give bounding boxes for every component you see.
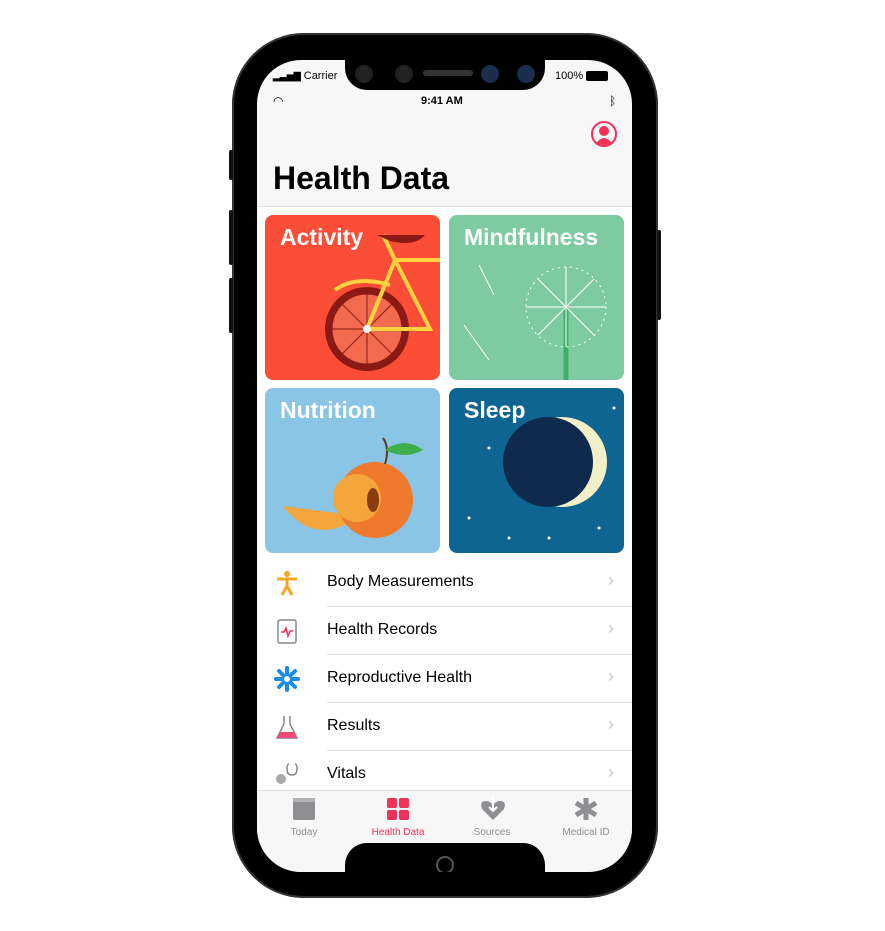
chevron-right-icon: › — [608, 618, 614, 638]
battery-icon — [586, 71, 609, 82]
tab-today[interactable]: Today — [257, 791, 351, 843]
carrier-label: ▂▃▅▇ Carrier — [273, 70, 338, 82]
figure-icon — [277, 571, 297, 596]
tile-label: Activity — [280, 224, 364, 250]
heart-download-icon — [481, 797, 505, 820]
power-button — [657, 230, 661, 320]
tile-label: Sleep — [464, 397, 526, 423]
tile-sleep[interactable]: Sleep — [449, 388, 624, 553]
tab-health-data[interactable]: Health Data — [351, 791, 445, 843]
calendar-icon — [293, 798, 315, 820]
chevron-right-icon: › — [608, 570, 614, 590]
tile-nutrition[interactable]: Nutrition — [265, 388, 440, 553]
volume-down-button — [229, 278, 233, 333]
tile-label: Nutrition — [280, 397, 376, 423]
battery-label: 100% — [555, 70, 609, 82]
clipboard-icon — [277, 619, 297, 644]
page-title: Health Data — [273, 160, 450, 196]
home-chin — [345, 843, 545, 872]
notch — [345, 60, 545, 90]
stethoscope-icon — [276, 763, 298, 784]
list-item-results[interactable]: Results › — [257, 703, 632, 751]
tile-mindfulness[interactable]: Mindfulness — [449, 215, 624, 380]
list-item-body-measurements[interactable]: Body Measurements › — [257, 559, 632, 607]
tab-sources[interactable]: Sources — [445, 791, 539, 843]
list-item-health-records[interactable]: Health Records › — [257, 607, 632, 655]
mute-switch — [229, 150, 233, 180]
list-item-vitals[interactable]: Vitals › — [257, 751, 632, 790]
signal-icon: ▂▃▅▇ — [273, 71, 301, 81]
chevron-right-icon: › — [608, 714, 614, 734]
list-item-reproductive-health[interactable]: Reproductive Health › — [257, 655, 632, 703]
profile-button[interactable] — [591, 121, 617, 147]
screen: ▂▃▅▇ Carrier ◠ 9:41 AM 100% ᛒ Health Dat… — [257, 60, 632, 872]
tile-label: Mindfulness — [464, 224, 599, 250]
chevron-right-icon: › — [608, 762, 614, 782]
asterisk-icon — [574, 798, 598, 820]
wifi-icon: ◠ — [273, 94, 284, 108]
snowflake-flower-icon — [274, 666, 300, 692]
content-scroll[interactable]: Activity Mindfulness Nutrition Sleep Bod… — [257, 207, 632, 790]
home-button[interactable] — [436, 856, 454, 872]
tab-medical-id[interactable]: Medical ID — [539, 791, 632, 843]
flask-icon — [275, 716, 299, 739]
time-label: 9:41 AM — [421, 95, 463, 107]
tile-activity[interactable]: Activity — [265, 215, 440, 380]
person-circle-icon — [595, 126, 613, 145]
grid-icon — [387, 798, 409, 820]
chevron-right-icon: › — [608, 666, 614, 686]
bluetooth-icon: ᛒ — [609, 94, 617, 108]
volume-up-button — [229, 210, 233, 265]
